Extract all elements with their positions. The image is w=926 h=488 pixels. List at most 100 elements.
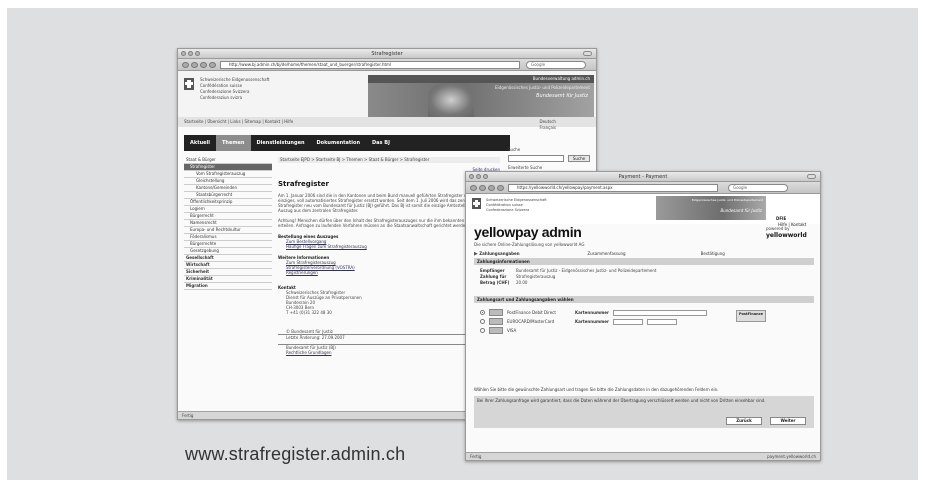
back-button[interactable]: Zurück — [726, 417, 762, 425]
sidebar-item[interactable]: Öffentlichkeitsprinzip — [184, 199, 272, 206]
card-number-input[interactable] — [613, 318, 643, 325]
banner-office: Bundesamt für Justiz — [536, 93, 588, 99]
breadcrumb[interactable]: Startseite EJPD > Startseite BJ > Themen… — [278, 157, 500, 163]
card-expiry-input[interactable] — [647, 318, 677, 325]
visa-card-icon — [489, 327, 503, 334]
sidebar-item[interactable]: Gesetzgebung — [184, 248, 272, 255]
app-title: yellowpay admin — [474, 224, 582, 240]
status-bar: Fertig payment.yellowworld.ch — [466, 452, 820, 460]
sidebar-item[interactable]: Migration — [184, 283, 272, 290]
search-field[interactable]: Google — [728, 184, 788, 192]
sidebar-item[interactable]: Staat & Bürger — [184, 157, 272, 164]
header-banner: Eidgenössisches Justiz- und Polizeidepar… — [656, 196, 766, 220]
stop-icon[interactable] — [209, 62, 216, 68]
agency-name: Schweizerische Eidgenossenschaft Confédé… — [200, 77, 269, 101]
zoom-button[interactable] — [195, 51, 200, 56]
agency-line: Confederazione Svizzera — [486, 208, 530, 212]
postfinance-radio[interactable] — [480, 310, 485, 315]
search-label: Suche — [508, 147, 521, 152]
sidebar-item[interactable]: Vom Strafregisterauszug — [184, 171, 272, 178]
sidebar-item[interactable]: Logiern — [184, 206, 272, 213]
reload-icon[interactable] — [488, 185, 495, 191]
visa-radio[interactable] — [480, 328, 485, 333]
language-switcher: Deutsch Français — [540, 119, 557, 131]
back-icon[interactable] — [182, 62, 189, 68]
method-name: EUROCARD/MasterCard — [507, 319, 555, 324]
payment-method-row: VISA — [480, 326, 810, 335]
sidebar-item[interactable]: Föderalismus — [184, 234, 272, 241]
window-controls — [181, 51, 200, 56]
sidebar-item[interactable]: Kantone/Gemeinden — [184, 185, 272, 192]
postfinance-badge: PostFinance — [736, 310, 766, 322]
postfinance-card-icon — [489, 309, 503, 316]
banner-office: Bundesamt für Justiz — [720, 208, 762, 213]
language-switcher[interactable]: DFIE — [776, 216, 786, 221]
lang-fr[interactable]: Français — [540, 125, 557, 131]
site-header: Schweizerische Eidgenossenschaft Confédé… — [178, 71, 596, 117]
minimize-button[interactable] — [188, 51, 193, 56]
site-search-input[interactable] — [508, 155, 564, 162]
agency-line: Confederaziun svizra — [200, 95, 243, 100]
toolbar-toggle-button[interactable] — [583, 51, 592, 56]
step-summary: Zusammenfassung — [587, 251, 626, 256]
sidebar-item[interactable]: Gesellschaft — [184, 255, 272, 262]
mastercard-card-icon — [489, 318, 503, 325]
sidebar-item[interactable]: Strafregister — [184, 164, 272, 171]
nav-aktuell[interactable]: Aktuell — [184, 135, 216, 151]
service-bar: Startseite | Übersicht | Links | Sitemap… — [178, 117, 596, 127]
sidebar-item[interactable]: Wirtschaft — [184, 262, 272, 269]
sidebar-item[interactable]: Gleichstellung — [184, 178, 272, 185]
back-icon[interactable] — [470, 185, 477, 191]
forward-icon[interactable] — [479, 185, 486, 191]
sidebar-item[interactable]: Bürgerrecht — [184, 213, 272, 220]
next-button[interactable]: Weiter — [770, 417, 806, 425]
close-button[interactable] — [469, 174, 474, 179]
stop-icon[interactable] — [497, 185, 504, 191]
status-host: payment.yellowworld.ch — [767, 454, 816, 459]
button-bar: Zurück Weiter — [474, 414, 814, 428]
payment-info-header: Zahlungsinformationen — [474, 258, 814, 265]
field-label: Kartennummer — [575, 310, 609, 315]
powered-by-label: powered by — [766, 226, 790, 231]
sidebar-item[interactable]: Staatsbürgerrecht — [184, 192, 272, 199]
address-bar[interactable]: https://yellowworld.ch/yellowpay/payment… — [508, 184, 718, 192]
mastercard-radio[interactable] — [480, 319, 485, 324]
browser-window-payment: Payment - Payment https://yellowworld.ch… — [465, 171, 821, 461]
reload-icon[interactable] — [200, 62, 207, 68]
window-controls — [469, 174, 488, 179]
banner-department: Eidgenössisches Justiz- und Polizeidepar… — [495, 85, 590, 90]
zoom-button[interactable] — [483, 174, 488, 179]
info-value: 20.00 — [516, 280, 528, 285]
nav-themen[interactable]: Themen — [215, 135, 251, 151]
close-button[interactable] — [181, 51, 186, 56]
site-search-button[interactable]: Suche — [568, 155, 590, 162]
window-title: Strafregister — [371, 51, 403, 57]
search-field[interactable]: Google — [526, 61, 586, 69]
nav-dokumentation[interactable]: Dokumentation — [311, 135, 367, 151]
field-label: Kartennummer — [575, 319, 609, 324]
minimize-button[interactable] — [476, 174, 481, 179]
step-payment-details: ▶ Zahlungsangaben — [474, 250, 587, 258]
sidebar-item[interactable]: Namensrecht — [184, 220, 272, 227]
service-links[interactable]: Startseite | Übersicht | Links | Sitemap… — [184, 119, 293, 125]
toolbar-toggle-button[interactable] — [807, 174, 816, 179]
postfinance-card-number-input[interactable] — [613, 309, 707, 316]
payment-info: Empfänger Bundesamt für Justiz - Eidgenös… — [480, 268, 810, 286]
sidebar-item[interactable]: Europa- und Rechtskultur — [184, 227, 272, 234]
yellowworld-logo: yellowworld — [766, 232, 807, 239]
forward-icon[interactable] — [191, 62, 198, 68]
main-nav: Aktuell Themen Dienstleistungen Dokument… — [184, 135, 510, 151]
agency-name: Schweizerische Eidgenossenschaft Confédé… — [486, 198, 547, 213]
step-confirmation: Bestätigung — [700, 251, 725, 256]
justitia-image — [428, 83, 474, 117]
site-url-caption: www.strafregister.admin.ch — [185, 444, 406, 464]
sidebar-item[interactable]: Bürgerrechte — [184, 241, 272, 248]
background-panel: Strafregister http://www.bj.admin.ch/bj/… — [7, 8, 918, 480]
sidebar-item[interactable]: Kriminalität — [184, 276, 272, 283]
nav-das-bj[interactable]: Das BJ — [366, 135, 396, 151]
address-bar[interactable]: http://www.bj.admin.ch/bj/de/home/themen… — [220, 61, 520, 69]
sidebar-item[interactable]: Sicherheit — [184, 269, 272, 276]
nav-dienstleistungen[interactable]: Dienstleistungen — [251, 135, 311, 151]
browser-toolbar: http://www.bj.admin.ch/bj/de/home/themen… — [178, 59, 596, 71]
window-title: Payment - Payment — [618, 174, 668, 180]
